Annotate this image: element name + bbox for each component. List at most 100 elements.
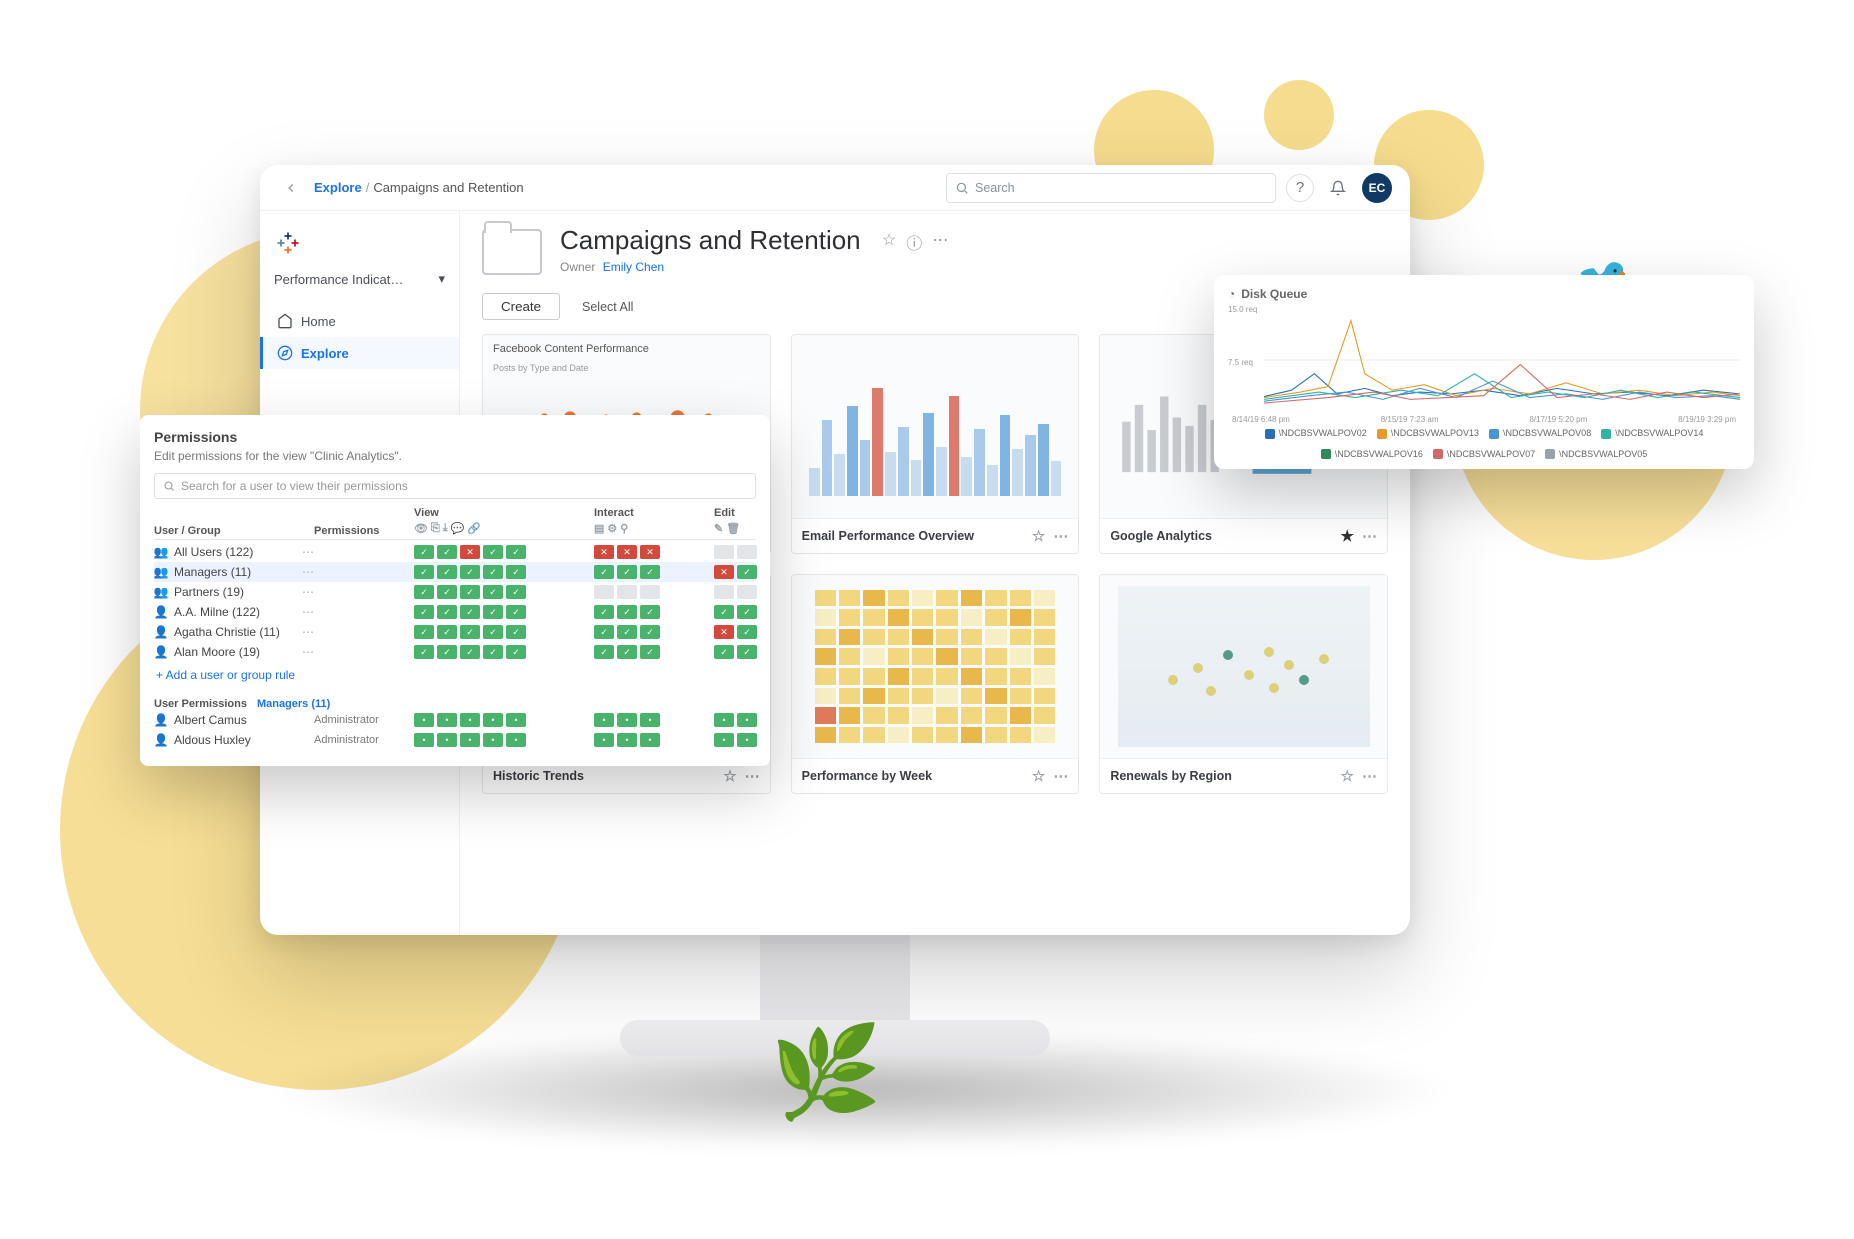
info-button[interactable]: ⓘ xyxy=(906,230,922,254)
card-inner-title: Facebook Content Performance xyxy=(493,343,649,355)
disk-queue-line-chart xyxy=(1264,305,1740,415)
permissions-search[interactable]: Search for a user to view their permissi… xyxy=(154,473,756,499)
permission-row[interactable]: 👥Partners (19)⋯✓✓✓✓✓ xyxy=(154,582,756,602)
card-more-icon[interactable]: ⋯ xyxy=(1362,767,1377,785)
row-more-icon[interactable]: ⋯ xyxy=(302,645,314,659)
gauge-icon: ◔ xyxy=(1228,287,1235,301)
help-button[interactable]: ? xyxy=(1286,174,1314,202)
legend-item: \NDCBSVWALPOV07 xyxy=(1433,449,1535,460)
ug-name: Aldous Huxley xyxy=(174,733,251,747)
search-input[interactable]: Search xyxy=(946,173,1276,203)
permission-row[interactable]: 👥All Users (122)⋯✓✓✕✓✓✕✕✕ xyxy=(154,542,756,562)
card-title: Performance by Week xyxy=(802,769,932,783)
user-icon: 👤 xyxy=(154,713,168,727)
user-permission-row[interactable]: 👤Albert CamusAdministrator•••••••••• xyxy=(154,710,756,730)
card-more-icon[interactable]: ⋯ xyxy=(1053,527,1068,545)
sidebar-item-home[interactable]: Home xyxy=(260,305,459,337)
folder-icon xyxy=(482,229,542,275)
user-avatar[interactable]: EC xyxy=(1362,173,1392,203)
map-chart xyxy=(1118,586,1370,747)
permission-row[interactable]: 👤Alan Moore (19)⋯✓✓✓✓✓✓✓✓✓✓ xyxy=(154,642,756,662)
user-permission-row[interactable]: 👤Aldous HuxleyAdministrator•••••••••• xyxy=(154,730,756,750)
legend-item: \NDCBSVWALPOV02 xyxy=(1265,428,1367,439)
permission-row[interactable]: 👥Managers (11)⋯✓✓✓✓✓✓✓✓✕✓ xyxy=(154,562,756,582)
group-icon: 👥 xyxy=(154,565,168,579)
legend-item: \NDCBSVWALPOV13 xyxy=(1377,428,1479,439)
xtick: 8/14/19 6:48 pm xyxy=(1232,415,1290,424)
sidebar-item-explore[interactable]: Explore xyxy=(260,337,459,369)
chevron-down-icon: ▾ xyxy=(438,271,445,287)
owner-link[interactable]: Emily Chen xyxy=(603,260,664,274)
permissions-dialog: Permissions Edit permissions for the vie… xyxy=(140,415,770,766)
user-permissions-label: User Permissions xyxy=(154,698,247,710)
disk-queue-panel: ◔ Disk Queue 15.0 req 7.5 req 8/14/19 6:… xyxy=(1214,275,1754,469)
card-title: Historic Trends xyxy=(493,769,584,783)
star-icon[interactable]: ★ xyxy=(1341,527,1354,545)
workbook-card[interactable]: Renewals by Region ☆ ⋯ xyxy=(1099,574,1388,794)
row-more-icon[interactable]: ⋯ xyxy=(302,605,314,619)
more-actions[interactable]: ⋯ xyxy=(932,230,948,254)
star-icon[interactable]: ☆ xyxy=(1032,527,1045,545)
card-more-icon[interactable]: ⋯ xyxy=(1362,527,1377,545)
heatmap-chart xyxy=(815,590,1056,744)
favorite-toggle[interactable]: ☆ xyxy=(882,230,896,254)
ug-name: Partners (19) xyxy=(174,585,244,599)
search-icon xyxy=(163,480,175,492)
page-title: Campaigns and Retention xyxy=(560,225,861,255)
col-permissions: Permissions xyxy=(314,525,414,537)
workbook-card[interactable]: Email Performance Overview ☆ ⋯ xyxy=(791,334,1080,554)
row-more-icon[interactable]: ⋯ xyxy=(302,565,314,579)
card-inner-sub: Posts by Type and Date xyxy=(483,363,770,373)
legend-item: \NDCBSVWALPOV16 xyxy=(1321,449,1423,460)
user-icon: 👤 xyxy=(154,733,168,747)
row-more-icon[interactable]: ⋯ xyxy=(302,625,314,639)
disk-queue-title: Disk Queue xyxy=(1241,287,1307,301)
card-more-icon[interactable]: ⋯ xyxy=(1053,767,1068,785)
compass-icon xyxy=(277,345,293,361)
workspace-selector[interactable]: Performance Indicat… ▾ xyxy=(260,265,459,305)
permissions-header-row: User / Group Permissions View 👁⎘⤓💬🔗 Inte… xyxy=(154,507,756,540)
back-button[interactable] xyxy=(278,175,304,201)
select-all-link[interactable]: Select All xyxy=(582,300,633,314)
ug-name: Agatha Christie (11) xyxy=(174,625,280,639)
row-more-icon[interactable]: ⋯ xyxy=(302,545,314,559)
workbook-card[interactable]: Performance by Week ☆ ⋯ xyxy=(791,574,1080,794)
xtick: 8/19/19 3:29 pm xyxy=(1678,415,1736,424)
col-view: View xyxy=(414,507,439,519)
card-more-icon[interactable]: ⋯ xyxy=(745,767,760,785)
create-button[interactable]: Create xyxy=(482,293,560,320)
breadcrumb-sep: / xyxy=(366,180,370,195)
disk-legend: \NDCBSVWALPOV02 \NDCBSVWALPOV13 \NDCBSVW… xyxy=(1228,428,1740,459)
card-title: Renewals by Region xyxy=(1110,769,1232,783)
breadcrumb: Explore / Campaigns and Retention xyxy=(314,180,524,195)
search-icon xyxy=(955,181,969,195)
owner-label: Owner xyxy=(560,260,595,274)
xtick: 8/15/19 7:23 am xyxy=(1381,415,1439,424)
user-role: Administrator xyxy=(314,714,414,726)
card-title: Google Analytics xyxy=(1110,529,1212,543)
col-user-group: User / Group xyxy=(154,525,314,537)
star-icon[interactable]: ☆ xyxy=(1341,767,1354,785)
legend-item: \NDCBSVWALPOV14 xyxy=(1601,428,1703,439)
permissions-search-placeholder: Search for a user to view their permissi… xyxy=(181,479,408,493)
breadcrumb-root[interactable]: Explore xyxy=(314,180,362,195)
sidebar-item-label: Home xyxy=(301,314,336,329)
user-icon: 👤 xyxy=(154,645,168,659)
permission-row[interactable]: 👤A.A. Milne (122)⋯✓✓✓✓✓✓✓✓✓✓ xyxy=(154,602,756,622)
row-more-icon[interactable]: ⋯ xyxy=(302,585,314,599)
ug-name: Managers (11) xyxy=(174,565,251,579)
permissions-subtitle: Edit permissions for the view "Clinic An… xyxy=(154,449,756,463)
ug-name: Albert Camus xyxy=(174,713,247,727)
permissions-heading: Permissions xyxy=(154,429,756,445)
permission-row[interactable]: 👤Agatha Christie (11)⋯✓✓✓✓✓✓✓✓✕✓ xyxy=(154,622,756,642)
star-icon[interactable]: ☆ xyxy=(723,767,736,785)
col-interact: Interact xyxy=(594,507,634,519)
star-icon[interactable]: ☆ xyxy=(1032,767,1045,785)
top-bar: Explore / Campaigns and Retention Search… xyxy=(260,165,1410,211)
user-icon: 👤 xyxy=(154,605,168,619)
add-rule-link[interactable]: + Add a user or group rule xyxy=(154,662,756,688)
notifications-button[interactable] xyxy=(1324,174,1352,202)
home-icon xyxy=(277,313,293,329)
col-edit: Edit xyxy=(714,507,735,519)
ug-name: All Users (122) xyxy=(174,545,253,559)
